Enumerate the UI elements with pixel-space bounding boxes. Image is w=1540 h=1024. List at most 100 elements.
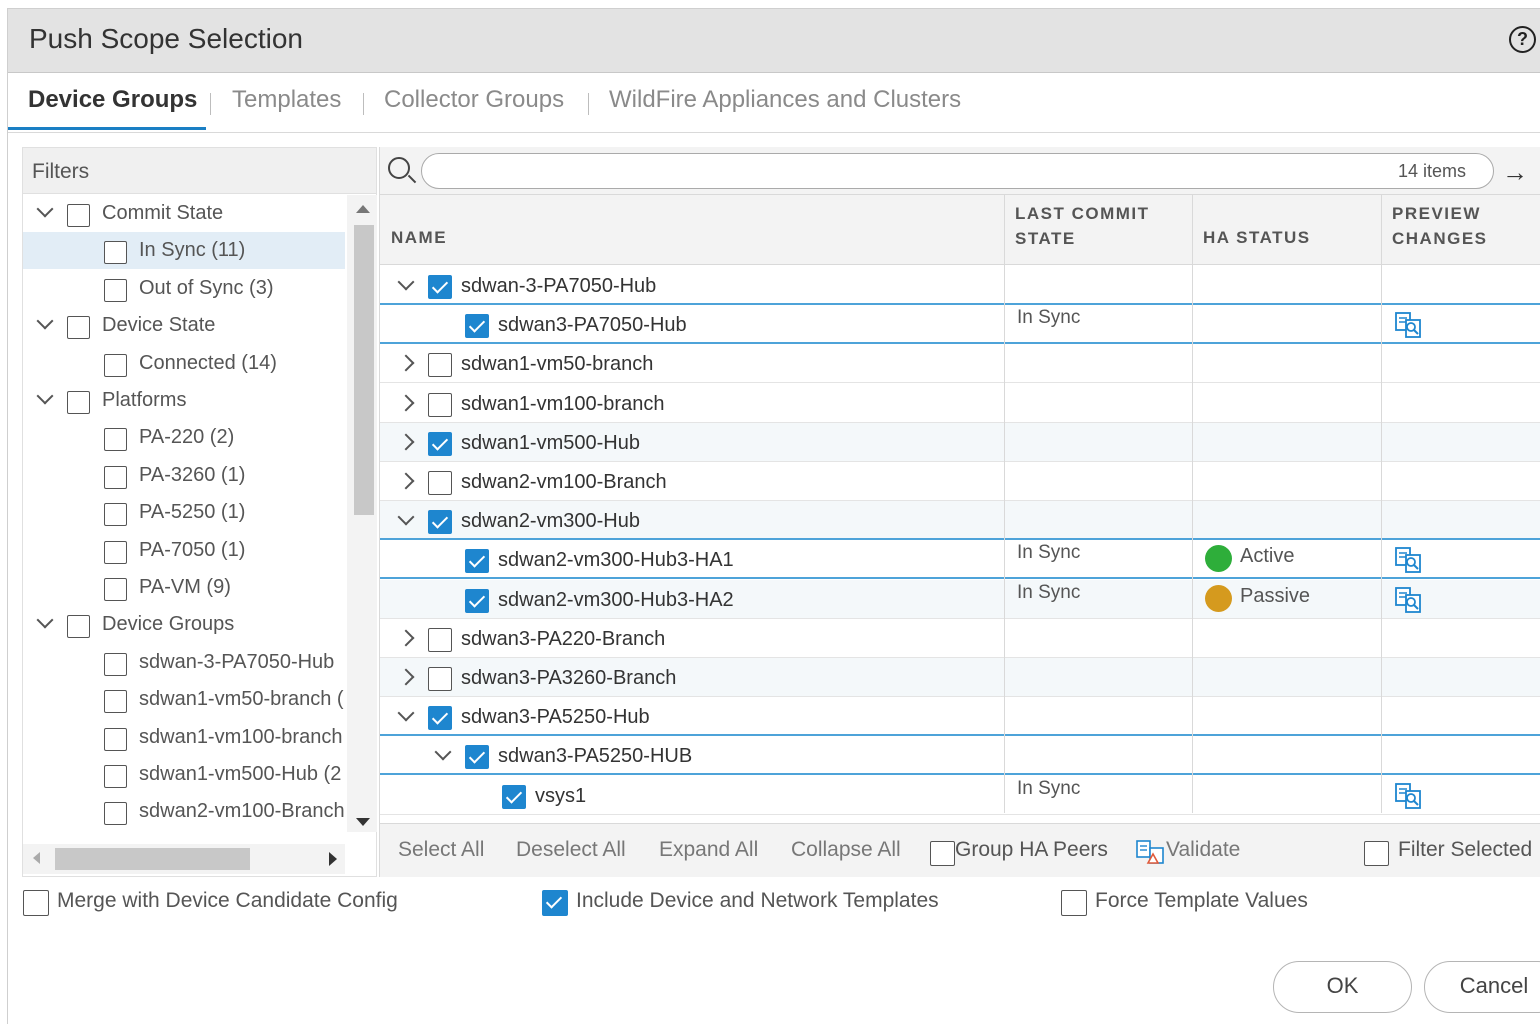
collapse-all-button[interactable]: Collapse All bbox=[791, 838, 901, 862]
filter-checkbox[interactable] bbox=[104, 241, 127, 265]
merge-candidate-config-label[interactable]: Merge with Device Candidate Config bbox=[57, 889, 398, 913]
chevron-right-icon[interactable] bbox=[397, 394, 415, 412]
table-row[interactable]: sdwan3-PA3260-Branch bbox=[380, 658, 1540, 697]
group-ha-peers-checkbox[interactable] bbox=[930, 841, 955, 866]
scroll-up-icon[interactable] bbox=[356, 205, 370, 213]
table-row[interactable]: sdwan-3-PA7050-Hub bbox=[380, 266, 1540, 305]
chevron-down-icon[interactable] bbox=[36, 200, 54, 218]
preview-changes-icon[interactable] bbox=[1394, 311, 1422, 339]
include-templates-label[interactable]: Include Device and Network Templates bbox=[576, 889, 939, 913]
table-row[interactable]: sdwan3-PA5250-HUB bbox=[380, 736, 1540, 776]
filter-group[interactable]: Commit State bbox=[23, 195, 345, 232]
filter-selected-checkbox[interactable] bbox=[1364, 841, 1389, 866]
filter-vertical-scrollbar[interactable] bbox=[347, 195, 377, 832]
search-icon[interactable] bbox=[388, 157, 410, 179]
table-row[interactable]: sdwan1-vm100-branch bbox=[380, 383, 1540, 423]
table-row[interactable]: sdwan2-vm300-Hub3-HA2 In Sync Passive bbox=[380, 579, 1540, 619]
preview-changes-icon[interactable] bbox=[1394, 586, 1422, 614]
filter-checkbox[interactable] bbox=[67, 615, 90, 639]
row-checkbox[interactable] bbox=[428, 510, 452, 535]
chevron-right-icon[interactable] bbox=[397, 433, 415, 451]
scroll-left-icon[interactable] bbox=[33, 852, 40, 864]
force-template-values-checkbox[interactable] bbox=[1061, 890, 1087, 916]
force-template-values-label[interactable]: Force Template Values bbox=[1095, 889, 1308, 913]
row-checkbox[interactable] bbox=[465, 745, 489, 770]
chevron-right-icon[interactable] bbox=[397, 472, 415, 490]
filter-checkbox[interactable] bbox=[104, 278, 127, 302]
table-row[interactable]: sdwan3-PA220-Branch bbox=[380, 618, 1540, 658]
filter-item[interactable]: PA-5250 (1) bbox=[23, 494, 345, 531]
table-row[interactable]: sdwan1-vm500-Hub bbox=[380, 422, 1540, 462]
tab-device-groups[interactable]: Device Groups bbox=[28, 86, 197, 114]
preview-changes-icon[interactable] bbox=[1394, 546, 1422, 574]
filter-item[interactable]: sdwan-3-PA7050-Hub bbox=[23, 644, 345, 681]
table-row[interactable]: sdwan3-PA5250-Hub bbox=[380, 697, 1540, 737]
table-row[interactable]: sdwan3-PA7050-Hub In Sync bbox=[380, 305, 1540, 345]
filter-item[interactable]: sdwan2-vm100-Branch bbox=[23, 793, 345, 830]
merge-candidate-config-checkbox[interactable] bbox=[23, 890, 49, 916]
tab-templates[interactable]: Templates bbox=[232, 86, 341, 114]
filter-item[interactable]: Connected (14) bbox=[23, 345, 345, 382]
filter-checkbox[interactable] bbox=[104, 652, 127, 676]
filter-item[interactable]: PA-220 (2) bbox=[23, 419, 345, 456]
row-checkbox[interactable] bbox=[428, 275, 452, 299]
filter-checkbox[interactable] bbox=[104, 802, 127, 826]
chevron-right-icon[interactable] bbox=[397, 354, 415, 372]
row-checkbox[interactable] bbox=[502, 784, 526, 809]
chevron-down-icon[interactable] bbox=[397, 704, 415, 722]
table-row[interactable]: vsys1 In Sync bbox=[380, 775, 1540, 815]
filter-item[interactable]: sdwan1-vm50-branch ( bbox=[23, 681, 345, 718]
row-checkbox[interactable] bbox=[428, 353, 452, 378]
filter-group[interactable]: Device State bbox=[23, 307, 345, 344]
select-all-button[interactable]: Select All bbox=[398, 838, 484, 862]
filter-checkbox[interactable] bbox=[104, 428, 127, 452]
row-checkbox[interactable] bbox=[428, 392, 452, 417]
row-checkbox[interactable] bbox=[428, 627, 452, 652]
filter-selected-label[interactable]: Filter Selected bbox=[1398, 838, 1532, 862]
filter-group[interactable]: Platforms bbox=[23, 382, 345, 419]
table-row[interactable]: sdwan1-vm50-branch bbox=[380, 344, 1540, 384]
column-header-name[interactable]: NAME bbox=[391, 225, 447, 250]
row-checkbox[interactable] bbox=[465, 588, 489, 613]
chevron-down-icon[interactable] bbox=[397, 508, 415, 526]
filter-checkbox[interactable] bbox=[67, 391, 90, 414]
filter-checkbox[interactable] bbox=[104, 465, 127, 489]
filter-group[interactable]: Device Groups bbox=[23, 606, 345, 643]
table-row[interactable]: sdwan2-vm300-Hub bbox=[380, 501, 1540, 541]
filter-checkbox[interactable] bbox=[67, 204, 90, 227]
filter-item[interactable]: sdwan1-vm500-Hub (2 bbox=[23, 756, 345, 793]
row-checkbox[interactable] bbox=[465, 549, 489, 574]
ok-button[interactable]: OK bbox=[1273, 961, 1412, 1013]
filter-checkbox[interactable] bbox=[104, 690, 127, 714]
expand-all-button[interactable]: Expand All bbox=[659, 838, 758, 862]
row-checkbox[interactable] bbox=[428, 431, 452, 456]
column-header-last-commit-state[interactable]: LAST COMMIT STATE bbox=[1015, 201, 1150, 251]
filter-checkbox[interactable] bbox=[67, 316, 90, 340]
question-circle-icon[interactable]: ? bbox=[1509, 26, 1536, 53]
include-templates-checkbox[interactable] bbox=[542, 890, 568, 916]
filter-checkbox[interactable] bbox=[104, 503, 127, 527]
scroll-thumb[interactable] bbox=[55, 848, 250, 870]
preview-changes-icon[interactable] bbox=[1394, 782, 1422, 810]
cancel-button[interactable]: Cancel bbox=[1424, 961, 1540, 1013]
scroll-thumb[interactable] bbox=[354, 225, 374, 515]
deselect-all-button[interactable]: Deselect All bbox=[516, 838, 626, 862]
filter-checkbox[interactable] bbox=[104, 353, 127, 377]
tab-wildfire-appliances[interactable]: WildFire Appliances and Clusters bbox=[609, 86, 961, 114]
scroll-right-icon[interactable] bbox=[329, 852, 337, 866]
filter-item[interactable]: In Sync (11) bbox=[23, 232, 345, 270]
filter-item[interactable]: PA-3260 (1) bbox=[23, 457, 345, 494]
scroll-down-icon[interactable] bbox=[356, 818, 370, 826]
filter-horizontal-scrollbar[interactable] bbox=[23, 844, 345, 874]
table-row[interactable]: sdwan2-vm300-Hub3-HA1 In Sync Active bbox=[380, 540, 1540, 580]
column-header-ha-status[interactable]: HA STATUS bbox=[1203, 225, 1311, 250]
table-row[interactable]: sdwan2-vm100-Branch bbox=[380, 462, 1540, 501]
row-checkbox[interactable] bbox=[428, 667, 452, 691]
filter-checkbox[interactable] bbox=[104, 578, 127, 601]
chevron-down-icon[interactable] bbox=[36, 312, 54, 330]
filter-item[interactable]: PA-7050 (1) bbox=[23, 532, 345, 569]
filter-item[interactable]: PA-VM (9) bbox=[23, 569, 345, 606]
filter-item[interactable]: sdwan1-vm100-branch bbox=[23, 719, 345, 756]
filter-checkbox[interactable] bbox=[104, 727, 127, 751]
validate-icon[interactable] bbox=[1136, 839, 1164, 865]
